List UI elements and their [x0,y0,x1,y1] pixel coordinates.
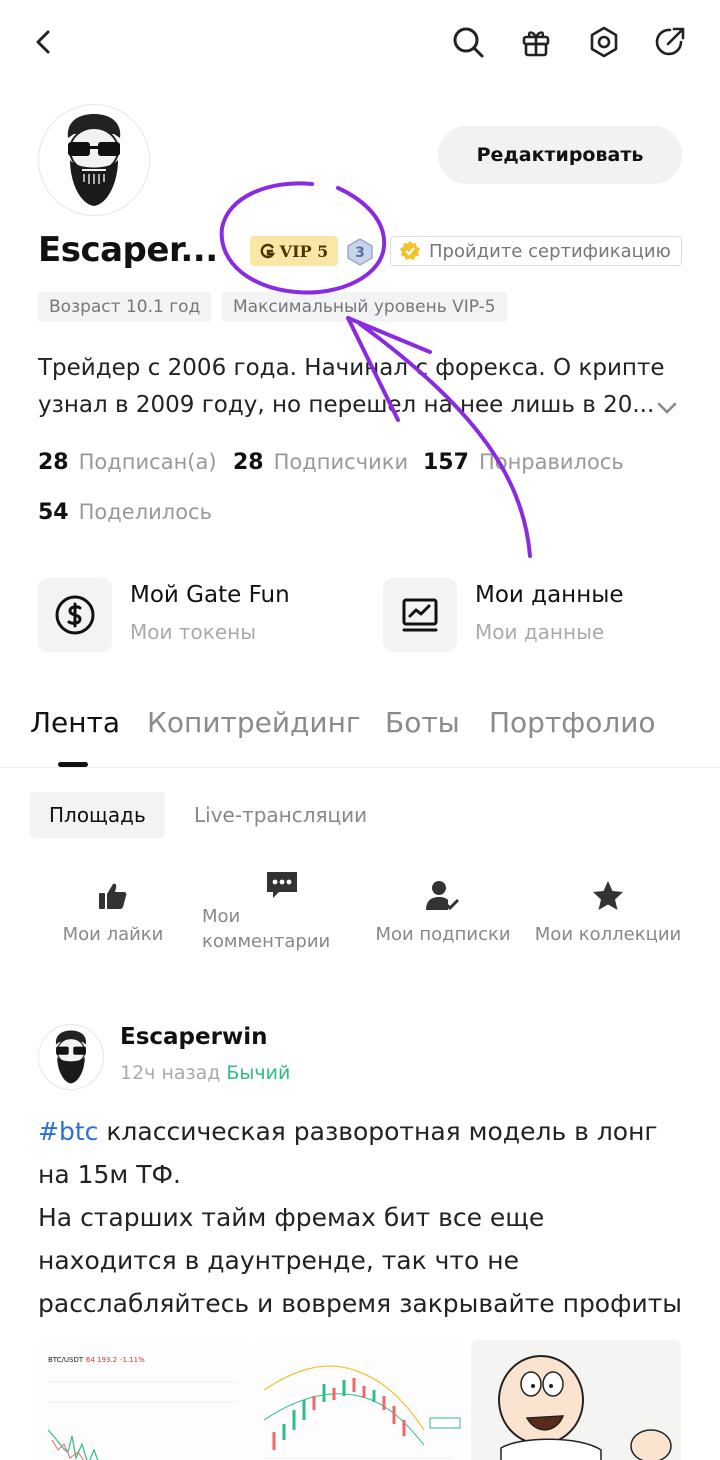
feature-icon-box [38,578,112,652]
my-collections-button[interactable]: Мои коллекции [534,880,682,945]
my-subscriptions-button[interactable]: Мои подписки [375,880,511,945]
tab-copytrading[interactable]: Копитрейдинг [147,706,361,739]
thumbs-up-icon [99,883,127,909]
stat-label: Подписан(а) [78,450,217,474]
my-comments-button[interactable]: Мои комментарии [202,870,352,952]
chart-price: 64 193.2 [86,1356,117,1364]
gift-button[interactable] [514,20,558,64]
tab-bots[interactable]: Боты [385,706,460,739]
stat-label: Понравилось [478,450,624,474]
stat-value: 157 [423,450,469,475]
level-number: 3 [355,245,365,261]
profile-username: Escaper... [38,230,218,270]
post-timestamp: 12ч назад [120,1062,221,1084]
post-image-cartoon[interactable] [471,1340,681,1460]
bearded-skull-avatar-icon [55,1030,87,1084]
dollar-coin-icon [55,595,95,635]
chevron-down-icon [657,402,677,414]
action-label-line2: комментарии [202,931,331,952]
certification-button[interactable]: Пройдите сертификацию [390,236,682,266]
vip-badge[interactable]: VIP 5 [250,236,338,266]
verified-badge-icon [400,241,420,260]
post-text-rest: классическая разворотная модель в лонг н… [38,1117,658,1189]
stat-shares[interactable]: 54 Поделилось [38,500,212,525]
feature-title: Мои данные [475,582,624,608]
vip-badge-label: VIP 5 [279,241,329,261]
bearded-skull-avatar-icon [67,114,121,206]
star-icon [593,881,623,910]
tab-feed[interactable]: Лента [30,706,120,739]
chart-pair: BTC/USDT [48,1356,84,1364]
back-button[interactable] [22,20,66,64]
profile-bio: Трейдер с 2006 года. Начинал с форекса. … [38,355,665,418]
subtab-live[interactable]: Live-трансляции [194,792,367,838]
stat-value: 54 [38,500,69,525]
gift-icon [522,31,550,57]
stat-value: 28 [233,450,264,475]
post-body: #btc классическая разворотная модель в л… [38,1110,688,1368]
action-label: Мои коллекции [534,924,682,945]
stat-followers[interactable]: 28 Подписчики [233,450,408,475]
vip-level-chip: Максимальный уровень VIP-5 [222,292,507,322]
edit-profile-button[interactable]: Редактировать [438,126,682,184]
feature-subtitle: Мои данные [475,620,605,644]
action-label: Мои лайки [62,924,164,945]
feature-title: Мой Gate Fun [130,582,290,608]
divider [0,767,720,768]
tab-portfolio[interactable]: Портфолио [489,706,656,739]
comment-icon [267,872,297,898]
post-paragraph: #btc классическая разворотная модель в л… [38,1110,688,1196]
share-button[interactable] [648,20,692,64]
post-meta: 12ч назад Бычий [120,1062,290,1084]
level-badge[interactable]: 3 [346,238,374,266]
hexagon-settings-icon [590,26,618,58]
stat-value: 28 [38,450,69,475]
feature-icon-box [383,578,457,652]
stat-label: Поделилось [78,500,212,524]
share-icon [655,27,685,56]
feature-subtitle: Мои токены [130,620,256,644]
subtab-square[interactable]: Площадь [30,792,165,838]
profile-avatar[interactable] [38,104,150,216]
stat-following[interactable]: 28 Подписан(а) [38,450,217,475]
hashtag-link[interactable]: #btc [38,1117,98,1146]
settings-button[interactable] [582,20,626,64]
search-button[interactable] [446,20,490,64]
feature-gate-fun[interactable]: Мой Gate Fun Мои токены [38,578,290,652]
feature-my-data[interactable]: Мои данные Мои данные [383,578,624,652]
account-age-chip: Возраст 10.1 год [38,292,212,322]
action-label-line1: Мои [202,906,241,927]
search-icon [453,27,484,58]
user-check-icon [426,881,460,911]
expand-bio-button[interactable] [652,394,682,422]
post-author-name[interactable]: Escaperwin [120,1024,267,1050]
hexagon-level-icon: 3 [347,238,373,266]
post-image-chart-1[interactable]: BTC/USDT 64 193.2 -1.11% [38,1340,248,1460]
gate-logo-icon [260,243,275,259]
post-sentiment-tag: Бычий [226,1062,291,1084]
action-label: Мои подписки [375,924,511,945]
cartoon-character-image [471,1340,681,1460]
chevron-left-icon [36,30,50,54]
post-author-avatar[interactable] [38,1024,104,1090]
trading-chart-image: BTC/USDT 64 193.2 -1.11% [38,1340,248,1460]
post-image-chart-2[interactable] [254,1340,464,1460]
stat-label: Подписчики [273,450,409,474]
my-likes-button[interactable]: Мои лайки [62,880,164,945]
certification-label: Пройдите сертификацию [429,240,671,262]
stat-likes[interactable]: 157 Понравилось [423,450,624,475]
trading-chart-image [254,1340,464,1460]
chart-change: -1.11% [120,1356,145,1364]
chart-monitor-icon [402,598,438,632]
